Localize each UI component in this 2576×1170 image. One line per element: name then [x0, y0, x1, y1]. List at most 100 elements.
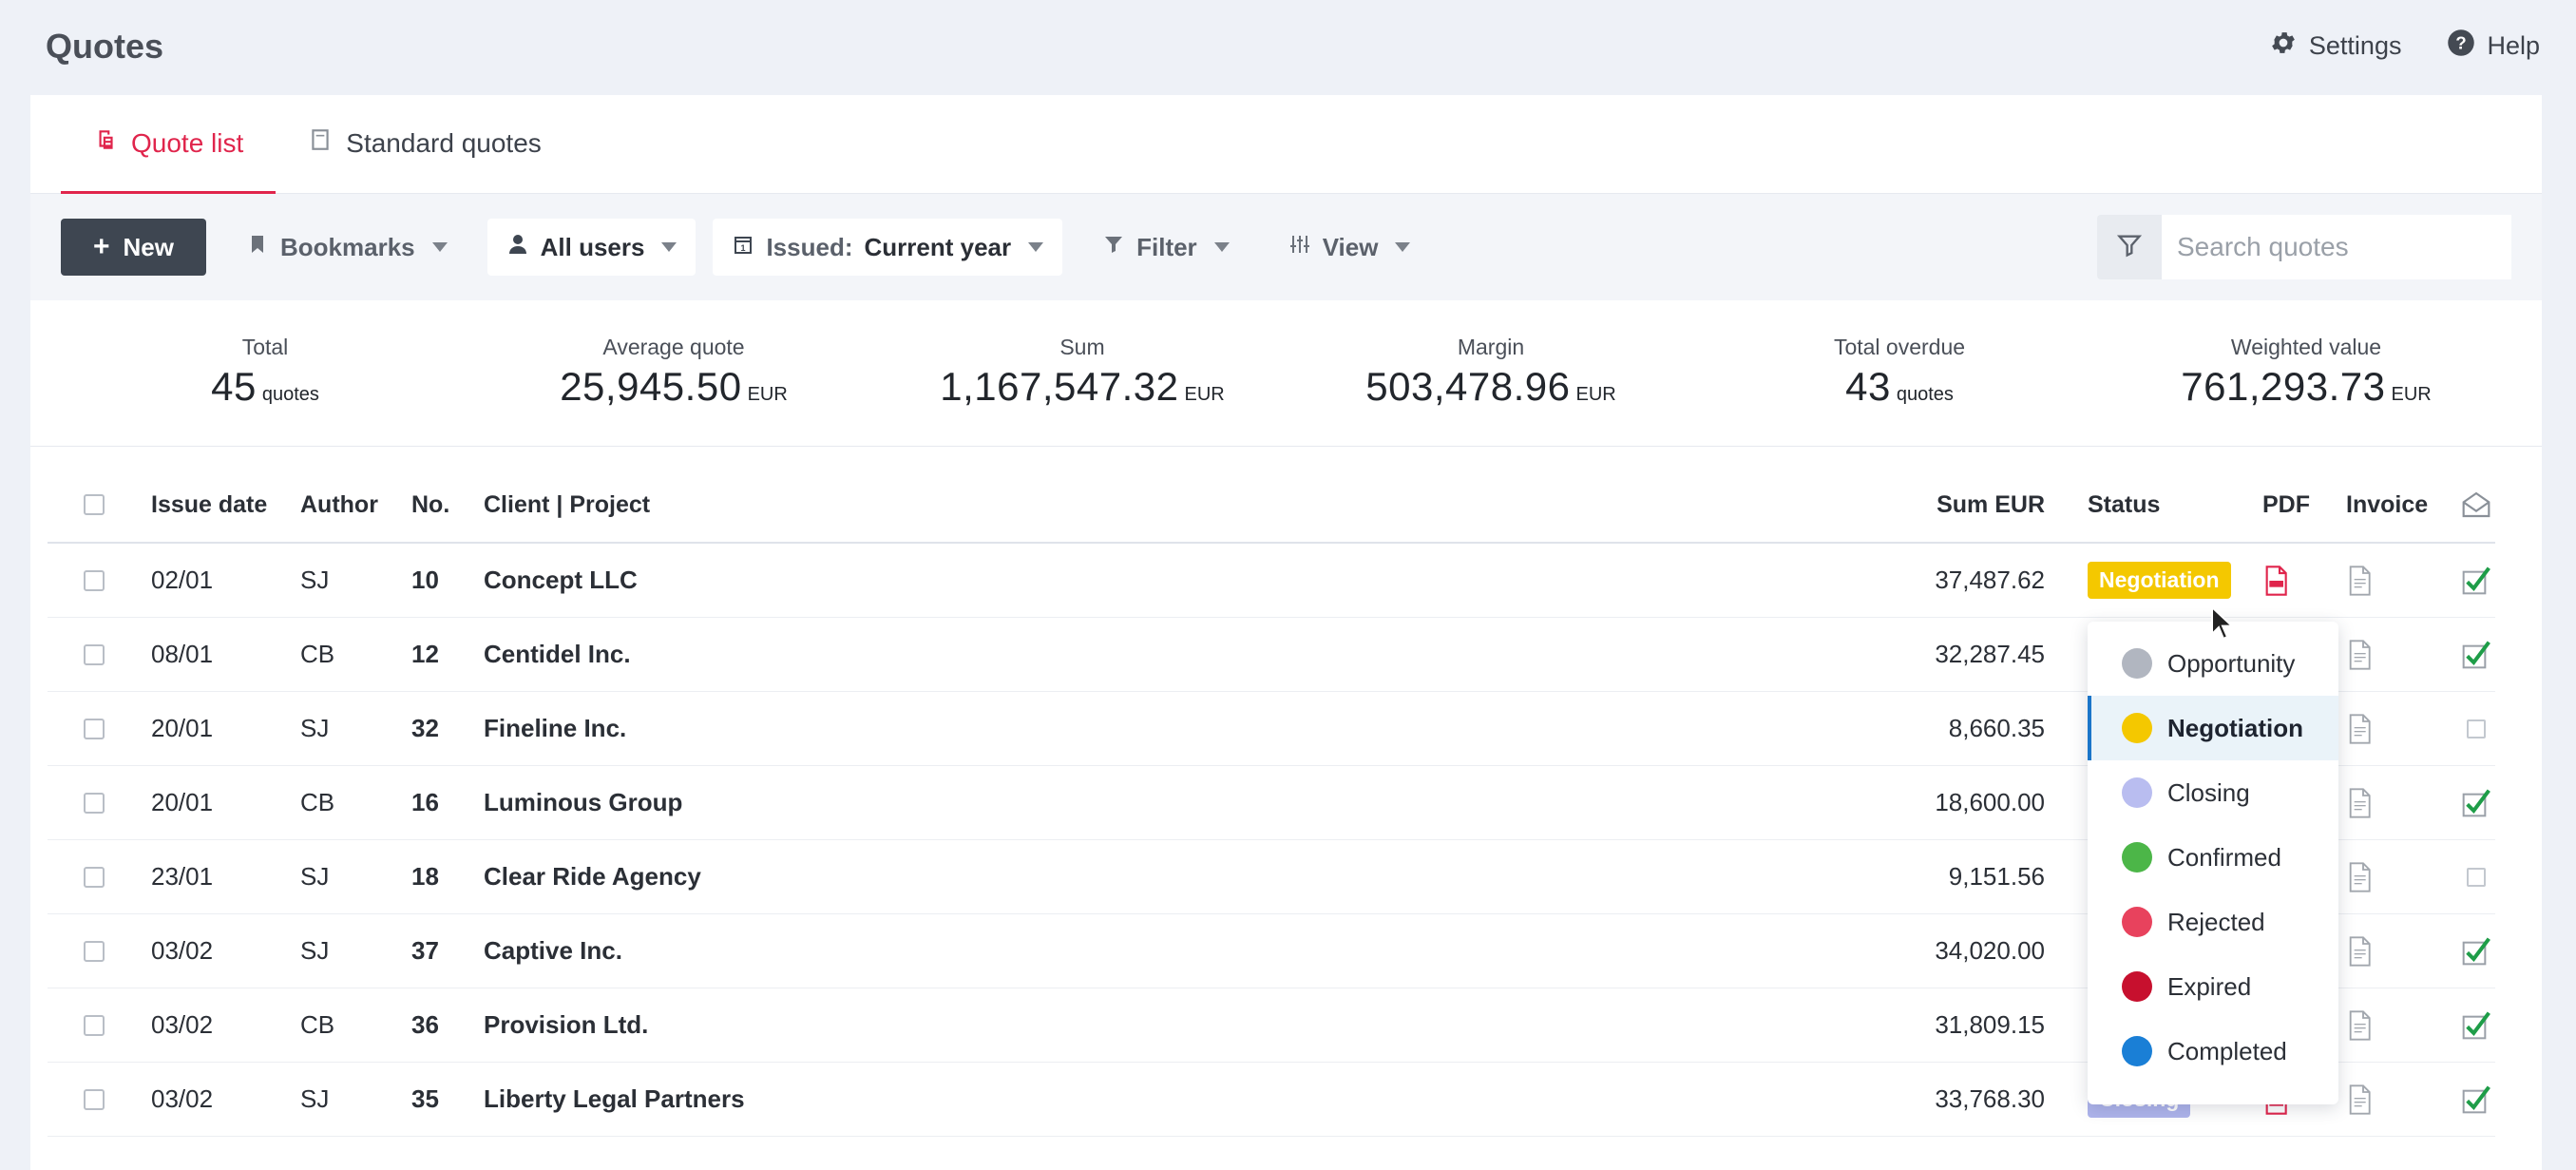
sent-check-icon	[2461, 988, 2491, 1062]
row-checkbox[interactable]	[84, 1063, 105, 1136]
row-checkbox[interactable]	[84, 692, 105, 765]
sum-eur: 9,151.56	[1948, 862, 2045, 891]
issued-dropdown[interactable]: 1 Issued: Current year	[713, 219, 1063, 276]
col-client-project[interactable]: Client | Project	[484, 468, 650, 542]
quote-number[interactable]: 10	[411, 544, 439, 617]
stat-value: 43 quotes	[1845, 364, 1954, 409]
search-filter-button[interactable]	[2097, 215, 2162, 279]
search-input[interactable]	[2162, 215, 2511, 279]
not-sent-icon	[2461, 840, 2486, 913]
status-option-rejected[interactable]: Rejected	[2088, 890, 2338, 954]
col-invoice: Invoice	[2346, 490, 2429, 518]
sent-check-icon	[2461, 1063, 2491, 1136]
status-option-completed[interactable]: Completed	[2088, 1019, 2338, 1084]
status-option-label: Confirmed	[2167, 842, 2281, 872]
author: SJ	[300, 714, 330, 742]
tab-quote-list[interactable]: Quote list	[61, 95, 277, 194]
row-checkbox[interactable]	[84, 618, 105, 691]
row-checkbox[interactable]	[84, 988, 105, 1062]
select-all-checkbox[interactable]	[84, 468, 105, 542]
col-no[interactable]: No.	[411, 468, 449, 542]
author: CB	[300, 640, 335, 668]
status-option-label: Opportunity	[2167, 648, 2296, 678]
col-author[interactable]: Author	[300, 468, 378, 542]
status-badge[interactable]: Negotiation	[2088, 562, 2231, 599]
invoice-document-icon[interactable]	[2346, 544, 2373, 617]
invoice-document-icon[interactable]	[2346, 692, 2373, 765]
status-option-confirmed[interactable]: Confirmed	[2088, 825, 2338, 890]
invoice-document-icon[interactable]	[2346, 618, 2373, 691]
user-icon	[506, 233, 529, 262]
sum-eur: 31,809.15	[1935, 1010, 2045, 1039]
bookmarks-label: Bookmarks	[280, 232, 415, 261]
view-label: View	[1322, 232, 1379, 261]
bookmarks-dropdown[interactable]: Bookmarks	[227, 219, 467, 276]
invoice-document-icon[interactable]	[2346, 914, 2373, 988]
view-dropdown[interactable]: View	[1269, 219, 1430, 276]
filter-dropdown[interactable]: Filter	[1083, 219, 1249, 276]
client-name[interactable]: Concept LLC	[484, 544, 638, 617]
sum-eur: 37,487.62	[1935, 566, 2045, 594]
search-box	[2097, 215, 2511, 279]
status-cell[interactable]: Negotiation	[2088, 544, 2231, 617]
issue-date: 03/02	[151, 1084, 214, 1113]
stat-total-overdue: Total overdue 43 quotes	[1834, 335, 1965, 410]
row-checkbox[interactable]	[84, 840, 105, 913]
quote-number[interactable]: 36	[411, 988, 439, 1062]
issue-date: 02/01	[151, 566, 214, 594]
col-sum[interactable]: Sum EUR	[1937, 468, 2045, 542]
tab-quote-list-label: Quote list	[131, 127, 244, 158]
invoice-document-icon[interactable]	[2346, 766, 2373, 839]
stat-label: Margin	[1457, 335, 1525, 359]
settings-link[interactable]: Settings	[2269, 29, 2402, 64]
invoice-document-icon[interactable]	[2346, 988, 2373, 1062]
col-issue-date[interactable]: Issue date	[151, 468, 267, 542]
help-link[interactable]: ? Help	[2447, 29, 2540, 64]
stat-total: Total 45 quotes	[211, 335, 319, 410]
row-checkbox[interactable]	[84, 914, 105, 988]
gear-icon	[2269, 29, 2298, 64]
invoice-document-icon[interactable]	[2346, 1063, 2373, 1136]
quote-number[interactable]: 16	[411, 766, 439, 839]
client-name[interactable]: Provision Ltd.	[484, 988, 648, 1062]
filter-label: Filter	[1136, 232, 1197, 261]
client-name[interactable]: Fineline Inc.	[484, 692, 626, 765]
quote-number[interactable]: 37	[411, 914, 439, 988]
chevron-down-icon	[431, 242, 448, 252]
status-option-label: Negotiation	[2167, 713, 2303, 742]
status-option-label: Rejected	[2167, 907, 2265, 936]
client-name[interactable]: Captive Inc.	[484, 914, 622, 988]
status-color-dot-icon	[2122, 1036, 2152, 1066]
status-option-negotiation[interactable]: Negotiation	[2088, 696, 2338, 760]
client-name[interactable]: Centidel Inc.	[484, 618, 631, 691]
quote-number[interactable]: 12	[411, 618, 439, 691]
table-row[interactable]: 02/01 SJ 10 Concept LLC 37,487.62 Negotiation	[48, 544, 2495, 618]
new-button[interactable]: + New	[61, 219, 206, 276]
document-icon	[308, 127, 333, 159]
help-label: Help	[2487, 31, 2540, 60]
users-dropdown[interactable]: All users	[487, 219, 696, 276]
row-checkbox[interactable]	[84, 766, 105, 839]
sum-eur: 18,600.00	[1935, 788, 2045, 816]
settings-label: Settings	[2308, 31, 2402, 60]
status-option-closing[interactable]: Closing	[2088, 760, 2338, 825]
invoice-document-icon[interactable]	[2346, 840, 2373, 913]
table-header: Issue date Author No. Client | Project S…	[48, 468, 2495, 544]
quote-number[interactable]: 35	[411, 1063, 439, 1136]
quote-number[interactable]: 18	[411, 840, 439, 913]
stat-label: Total	[241, 335, 289, 359]
chevron-down-icon	[661, 242, 677, 252]
col-status[interactable]: Status	[2088, 468, 2160, 542]
chevron-down-icon	[1213, 242, 1230, 252]
client-name[interactable]: Luminous Group	[484, 766, 682, 839]
row-checkbox[interactable]	[84, 544, 105, 617]
pdf-icon[interactable]	[2262, 544, 2289, 617]
quote-number[interactable]: 32	[411, 692, 439, 765]
status-option-expired[interactable]: Expired	[2088, 954, 2338, 1019]
author: SJ	[300, 862, 330, 891]
author: CB	[300, 1010, 335, 1039]
client-name[interactable]: Clear Ride Agency	[484, 840, 701, 913]
tab-standard-quotes[interactable]: Standard quotes	[276, 95, 574, 194]
stat-label: Sum	[1059, 335, 1105, 359]
client-name[interactable]: Liberty Legal Partners	[484, 1063, 745, 1136]
